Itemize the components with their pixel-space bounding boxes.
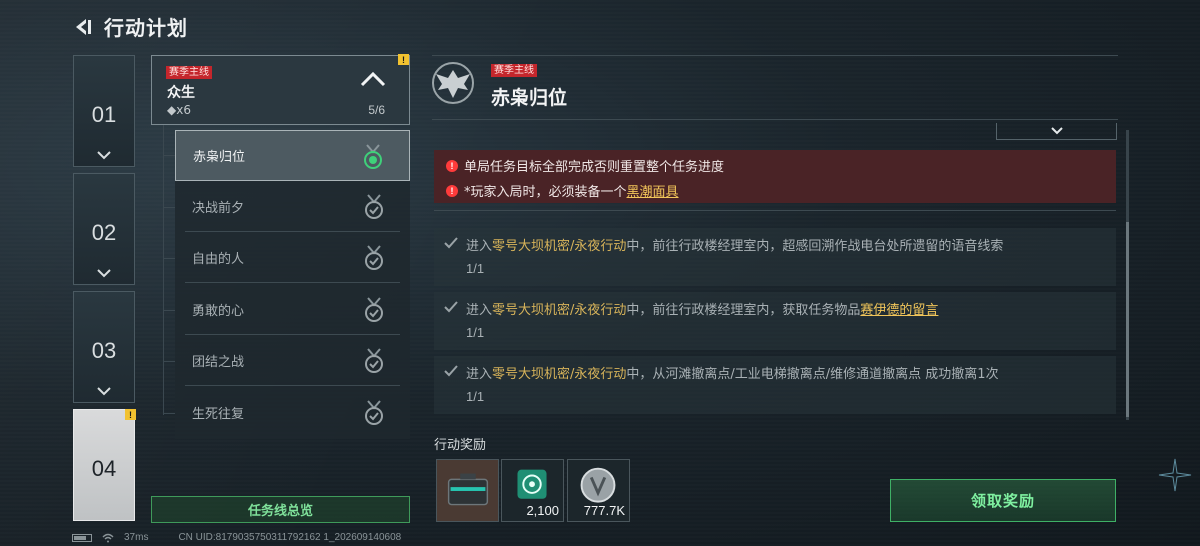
back-arrow-icon[interactable] <box>72 16 94 38</box>
mission-label: 勇敢的心 <box>192 304 245 319</box>
chapter-tab-04[interactable]: 04 <box>73 409 135 521</box>
chevron-down-icon <box>97 151 111 160</box>
checkmark-icon <box>444 237 458 249</box>
questline-card[interactable]: 赛季主线 众生 ◆x6 5/6 <box>151 55 410 125</box>
objective-text: 进入零号大坝机密/永夜行动中，从河滩撤离点/工业电梯撤离点/维修通道撤离点 成功… <box>466 367 999 382</box>
tree-branch <box>163 207 175 208</box>
rewards-title: 行动奖励 <box>434 438 487 453</box>
alert-icon: ! <box>446 184 458 197</box>
mission-label: 生死往复 <box>192 407 245 422</box>
detail-divider <box>432 119 1118 120</box>
battery-icon <box>72 533 92 542</box>
tree-branch <box>163 361 175 362</box>
mission-list: 赤枭归位 决战前夕 自由的人 勇敢的心 团结之战 生死往复 <box>175 130 410 439</box>
page-title: 行动计划 <box>104 16 188 40</box>
mission-label: 自由的人 <box>192 252 245 267</box>
objective-text: 进入零号大坝机密/永夜行动中，前往行政楼经理室内，超感回溯作战电台处所遗留的语音… <box>466 239 1004 254</box>
mission-label: 赤枭归位 <box>193 150 246 165</box>
location-highlight: 零号大坝机密/永夜行动 <box>492 303 627 318</box>
questline-progress: 5/6 <box>368 103 385 117</box>
tree-branch <box>163 155 175 156</box>
completed-medal-icon <box>365 245 383 270</box>
mission-title: 赤枭归位 <box>491 87 568 109</box>
claim-reward-button[interactable]: 领取奖励 <box>890 479 1116 522</box>
warning-line: ! *玩家入局时，必须装备一个黑潮面具 <box>446 181 679 200</box>
objective-item: 进入零号大坝机密/永夜行动中，前往行政楼经理室内，超感回溯作战电台处所遗留的语音… <box>434 228 1116 286</box>
warning-divider <box>434 210 1116 211</box>
mission-item[interactable]: 团结之战 <box>175 335 410 386</box>
uid-text: CN UID:8179035750311792162 1_20260914060… <box>178 532 402 543</box>
tree-branch <box>163 258 175 259</box>
eagle-emblem-icon <box>432 62 474 104</box>
location-highlight: 零号大坝机密/永夜行动 <box>492 367 627 382</box>
chapter-number: 03 <box>91 338 117 363</box>
mission-item[interactable]: 生死往复 <box>175 387 410 438</box>
questline-alert-badge: ! <box>398 54 409 65</box>
questline-count: ◆x6 <box>167 103 191 117</box>
warning-text: *玩家入局时，必须装备一个 <box>464 185 627 200</box>
completed-medal-icon <box>365 348 383 373</box>
mission-label: 团结之战 <box>192 355 245 370</box>
tree-branch <box>163 310 175 311</box>
item-link[interactable]: 黑潮面具 <box>627 185 679 200</box>
chapter-tab-01[interactable]: 01 <box>73 55 135 167</box>
reward-item[interactable]: 777.7K <box>567 459 630 522</box>
ping-text: 37ms <box>124 532 149 543</box>
reward-quantity: 777.7K <box>583 503 625 518</box>
page-header: 行动计划 <box>72 12 188 41</box>
season-main-tag: 赛季主线 <box>491 64 537 77</box>
reward-item[interactable] <box>436 459 499 522</box>
season-main-tag: 赛季主线 <box>166 66 212 79</box>
questline-overview-button[interactable]: 任务线总览 <box>151 496 410 523</box>
chevron-up-icon[interactable] <box>359 70 387 88</box>
mission-label: 决战前夕 <box>192 201 245 216</box>
chevron-down-icon <box>97 269 111 278</box>
tree-connector <box>163 125 164 415</box>
warning-line: ! 单局任务目标全部完成否则重置整个任务进度 <box>446 156 724 175</box>
item-link[interactable]: 赛伊德的留言 <box>860 303 938 318</box>
location-highlight: 零号大坝机密/永夜行动 <box>492 239 627 254</box>
mission-item-selected[interactable]: 赤枭归位 <box>175 130 410 181</box>
scrollbar-thumb[interactable] <box>1126 222 1129 417</box>
chapter-number: 04 <box>91 456 117 481</box>
warning-box: ! 单局任务目标全部完成否则重置整个任务进度 ! *玩家入局时，必须装备一个黑潮… <box>434 150 1116 203</box>
mission-item[interactable]: 自由的人 <box>175 232 410 283</box>
checkmark-icon <box>444 301 458 313</box>
supply-case-icon <box>447 473 489 506</box>
completed-medal-icon <box>365 400 383 425</box>
detail-dropdown[interactable] <box>996 123 1117 140</box>
chapter-tab-03[interactable]: 03 <box>73 291 135 403</box>
chapter-number: 01 <box>91 102 117 127</box>
chevron-down-icon <box>97 387 111 396</box>
objective-progress: 1/1 <box>466 389 485 404</box>
objective-item: 进入零号大坝机密/永夜行动中，前往行政楼经理室内，获取任务物品赛伊德的留言 1/… <box>434 292 1116 350</box>
reward-item[interactable]: 2,100 <box>501 459 564 522</box>
completed-medal-icon <box>365 297 383 322</box>
chapter-tab-02[interactable]: 02 <box>73 173 135 285</box>
chapter-number: 02 <box>91 220 117 245</box>
objective-text: 进入零号大坝机密/永夜行动中，前往行政楼经理室内，获取任务物品赛伊德的留言 <box>466 303 939 318</box>
objective-progress: 1/1 <box>466 261 485 276</box>
alert-icon: ! <box>446 159 458 172</box>
questline-name: 众生 <box>167 85 195 101</box>
tree-branch <box>163 413 175 414</box>
chevron-down-icon <box>1051 127 1063 135</box>
active-medal-icon <box>364 144 382 169</box>
completed-medal-icon <box>365 194 383 219</box>
mission-item[interactable]: 勇敢的心 <box>175 284 410 335</box>
sparkle-decoration-icon <box>1158 458 1192 492</box>
wifi-icon <box>102 533 114 542</box>
status-bar: 37ms CN UID:8179035750311792162 1_202609… <box>72 532 401 543</box>
chapter-alert-badge: ! <box>125 409 136 420</box>
objective-progress: 1/1 <box>466 325 485 340</box>
checkmark-icon <box>444 365 458 377</box>
detail-top-divider <box>432 55 1118 56</box>
mission-item[interactable]: 决战前夕 <box>175 181 410 232</box>
warning-text: 单局任务目标全部完成否则重置整个任务进度 <box>464 160 725 175</box>
reward-quantity: 2,100 <box>526 503 559 518</box>
objective-item: 进入零号大坝机密/永夜行动中，从河滩撤离点/工业电梯撤离点/维修通道撤离点 成功… <box>434 356 1116 414</box>
